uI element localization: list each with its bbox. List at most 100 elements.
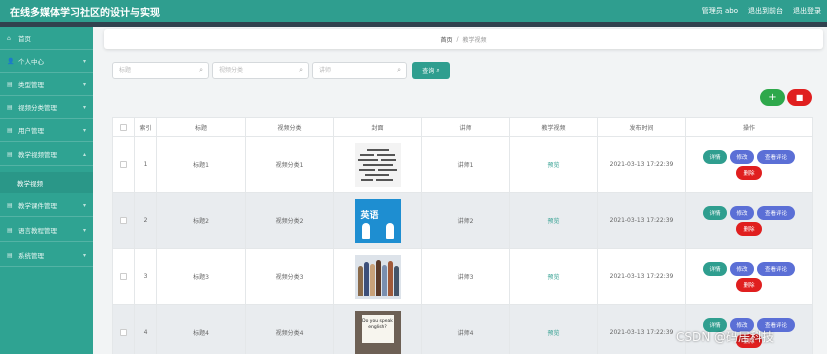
trash-icon: ■ <box>795 93 804 102</box>
sidebar-item-home[interactable]: ⌂ 首页 <box>0 27 93 50</box>
title-search-input[interactable]: 标题 ⌕ <box>112 62 209 79</box>
column-header: 封面 <box>333 117 422 137</box>
sidebar-item-type-management[interactable]: ▤ 类型管理 ▾ <box>0 73 93 96</box>
video-table: 索引 标题 视频分类 封面 讲师 教学视频 发布时间 操作 1 标题1 视频分类… <box>112 117 813 354</box>
row-checkbox[interactable] <box>112 192 135 249</box>
header-divider <box>0 22 827 27</box>
list-icon: ▤ <box>7 251 13 259</box>
delete-button[interactable]: 删除 <box>736 221 762 236</box>
watermark: CSDN @码居科技 <box>676 330 775 344</box>
cover-image <box>354 142 401 187</box>
edit-button[interactable]: 修改 <box>730 205 754 220</box>
column-header: 标题 <box>156 117 246 137</box>
preview-link[interactable]: 预览 <box>547 274 559 281</box>
detail-button[interactable]: 详情 <box>703 205 727 220</box>
admin-label: 管理员 abo <box>701 7 738 15</box>
sidebar: ⌂ 首页 👤 个人中心 ▾ ▤ 类型管理 ▾ ▤ 视频分类管理 ▾ ▤ 用户管理… <box>0 27 93 354</box>
breadcrumb-separator: / <box>456 35 459 43</box>
logout-link[interactable]: 退出登录 <box>793 6 821 16</box>
top-links: 管理员 abo 退出到前台 退出登录 <box>702 6 821 16</box>
row-checkbox[interactable] <box>112 248 135 305</box>
sidebar-item-label: 教学视频管理 <box>18 151 57 159</box>
row-title: 标题2 <box>156 192 246 249</box>
row-checkbox[interactable] <box>112 136 135 193</box>
select-all-checkbox[interactable] <box>112 117 135 137</box>
delete-button[interactable]: 删除 <box>736 165 762 180</box>
search-icon: ⌕ <box>397 66 401 74</box>
column-header: 发布时间 <box>597 117 686 137</box>
list-icon: ▤ <box>7 126 13 134</box>
preview-link[interactable]: 预览 <box>547 330 559 337</box>
edit-button[interactable]: 修改 <box>730 261 754 276</box>
row-index: 1 <box>134 136 157 193</box>
chevron-down-icon: ▾ <box>82 127 86 134</box>
preview-link[interactable]: 预览 <box>547 162 559 169</box>
view-comments-button[interactable]: 查看评论 <box>757 261 795 276</box>
sidebar-item-video-category[interactable]: ▤ 视频分类管理 ▾ <box>0 96 93 119</box>
user-icon: 👤 <box>7 57 15 65</box>
sidebar-item-label: 用户管理 <box>18 127 44 135</box>
sidebar-item-label: 教学课件管理 <box>18 202 57 210</box>
preview-link[interactable]: 预览 <box>547 218 559 225</box>
category-search-input[interactable]: 视频分类 ⌕ <box>212 62 309 79</box>
row-teacher: 讲师2 <box>421 192 510 249</box>
column-header: 索引 <box>134 117 157 137</box>
sidebar-item-courseware-management[interactable]: ▤ 教学课件管理 ▾ <box>0 194 93 217</box>
sidebar-item-system-management[interactable]: ▤ 系统管理 ▾ <box>0 244 93 267</box>
sidebar-item-language-tutorial[interactable]: ▤ 语言教程管理 ▾ <box>0 219 93 242</box>
view-comments-button[interactable]: 查看评论 <box>757 205 795 220</box>
row-category: 视频分类4 <box>245 304 334 354</box>
query-button-label: 查询 <box>422 68 435 75</box>
cover-figure <box>385 222 394 239</box>
title-search-placeholder: 标题 <box>119 67 132 74</box>
breadcrumb: 首页 / 教学视频 <box>104 29 823 49</box>
list-icon: ▤ <box>7 226 13 234</box>
sidebar-item-personal-center[interactable]: 👤 个人中心 ▾ <box>0 50 93 73</box>
row-category: 视频分类3 <box>245 248 334 305</box>
exit-to-frontend-link[interactable]: 退出到前台 <box>748 6 783 16</box>
delete-button[interactable]: 删除 <box>736 277 762 292</box>
query-button[interactable]: 查询 ⌕ <box>412 62 450 79</box>
chevron-down-icon: ▾ <box>82 58 86 65</box>
row-index: 4 <box>134 304 157 354</box>
sidebar-item-user-management[interactable]: ▤ 用户管理 ▾ <box>0 119 93 142</box>
breadcrumb-home[interactable]: 首页 <box>440 35 452 44</box>
teacher-search-input[interactable]: 讲师 ⌕ <box>312 62 407 79</box>
column-header: 视频分类 <box>245 117 334 137</box>
chevron-down-icon: ▾ <box>82 252 86 259</box>
table-row: 3 标题3 视频分类3 讲师3 预览 2021-03-13 17:22:39 详… <box>112 248 813 305</box>
list-icon: ▤ <box>7 150 13 158</box>
row-teacher: 讲师4 <box>421 304 510 354</box>
top-bar: 在线多媒体学习社区的设计与实现 管理员 abo 退出到前台 退出登录 <box>0 0 827 22</box>
add-button[interactable]: + <box>760 89 785 106</box>
sidebar-item-label: 个人中心 <box>18 58 44 66</box>
edit-button[interactable]: 修改 <box>730 149 754 164</box>
list-icon: ▤ <box>7 201 13 209</box>
chevron-down-icon: ▾ <box>82 227 86 234</box>
sidebar-item-teaching-video-management[interactable]: ▤ 教学视频管理 ▴ <box>0 143 93 166</box>
cover-image: 英语 <box>354 198 401 243</box>
search-icon: ⌕ <box>199 66 203 74</box>
category-search-placeholder: 视频分类 <box>219 67 244 74</box>
chevron-up-icon: ▴ <box>82 151 86 158</box>
cover-text: Do you speak english? <box>361 314 394 343</box>
row-checkbox[interactable] <box>112 304 135 354</box>
sidebar-item-label: 教学视频 <box>17 179 43 188</box>
table-header-row: 索引 标题 视频分类 封面 讲师 教学视频 发布时间 操作 <box>112 117 813 137</box>
sidebar-item-label: 首页 <box>18 35 31 43</box>
breadcrumb-current: 教学视频 <box>462 36 487 44</box>
list-icon: ▤ <box>7 80 13 88</box>
sidebar-item-label: 系统管理 <box>18 252 44 260</box>
row-category: 视频分类1 <box>245 136 334 193</box>
row-index: 2 <box>134 192 157 249</box>
list-icon: ▤ <box>7 103 13 111</box>
row-time: 2021-03-13 17:22:39 <box>597 192 686 249</box>
column-header: 操作 <box>685 117 813 137</box>
batch-delete-button[interactable]: ■ <box>787 89 812 106</box>
view-comments-button[interactable]: 查看评论 <box>757 149 795 164</box>
detail-button[interactable]: 详情 <box>703 261 727 276</box>
sidebar-subitem-teaching-video[interactable]: 教学视频 <box>0 172 93 193</box>
row-title: 标题3 <box>156 248 246 305</box>
detail-button[interactable]: 详情 <box>703 149 727 164</box>
search-icon: ⌕ <box>436 66 440 74</box>
